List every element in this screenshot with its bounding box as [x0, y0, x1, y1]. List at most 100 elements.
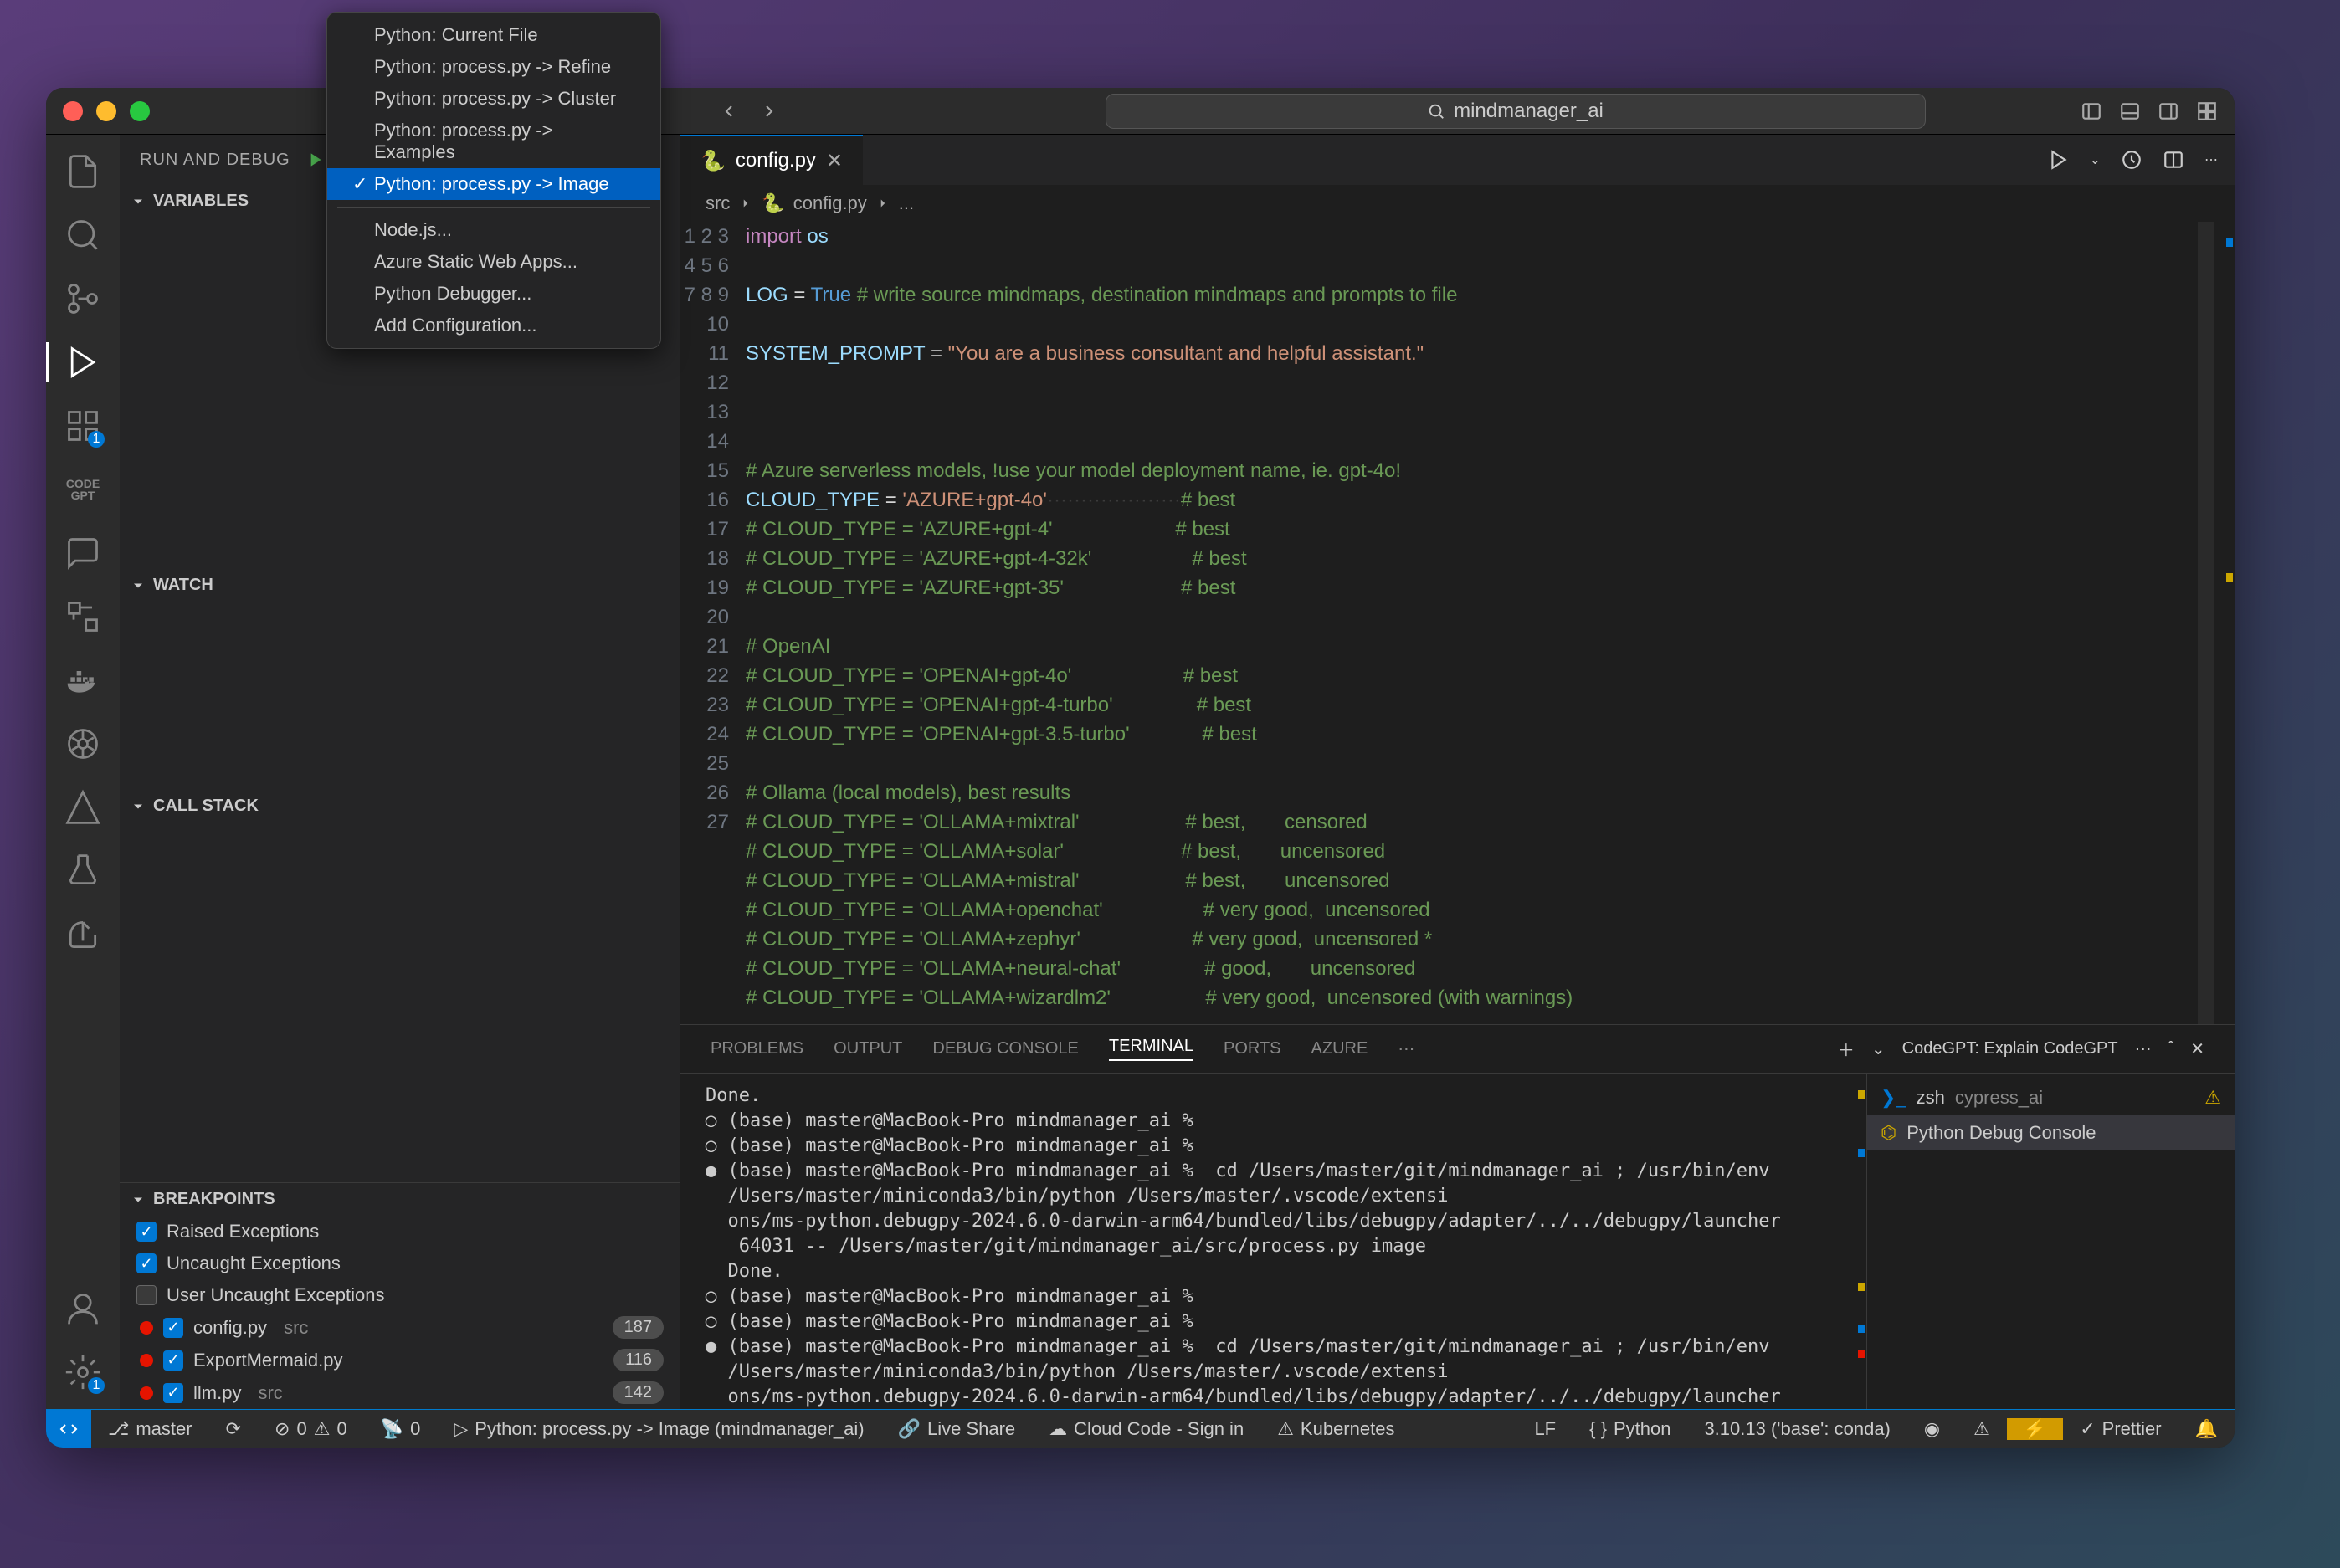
- layout-sidebar-right-icon[interactable]: [2158, 100, 2179, 122]
- explorer-icon[interactable]: [63, 151, 103, 192]
- testing-icon[interactable]: [63, 851, 103, 891]
- more-terminal-icon[interactable]: ⋯: [2135, 1038, 2152, 1059]
- kubernetes-icon[interactable]: [63, 724, 103, 764]
- dropdown-item[interactable]: Azure Static Web Apps...: [327, 246, 660, 278]
- editor-tab[interactable]: 🐍 config.py ✕: [680, 135, 863, 185]
- command-center[interactable]: mindmanager_ai: [1106, 94, 1926, 129]
- extensions-icon[interactable]: 1: [63, 406, 103, 446]
- debug-icon: ⌬: [1881, 1122, 1896, 1144]
- python-file-icon: 🐍: [762, 192, 784, 214]
- debug-config-dropdown[interactable]: ✓Python: Current File✓Python: process.py…: [326, 12, 661, 349]
- nav-back-icon[interactable]: [719, 101, 739, 121]
- breakpoint-option[interactable]: ✓Raised Exceptions: [120, 1216, 680, 1248]
- minimize-window[interactable]: [96, 101, 116, 121]
- layout-sidebar-left-icon[interactable]: [2081, 100, 2102, 122]
- layout-panel-icon[interactable]: [2119, 100, 2141, 122]
- close-tab-icon[interactable]: ✕: [826, 149, 843, 173]
- tab-ports[interactable]: PORTS: [1224, 1039, 1281, 1058]
- dropdown-item[interactable]: ✓Python: process.py -> Examples: [327, 115, 660, 168]
- breadcrumb[interactable]: src 🐍 config.py ...: [680, 185, 2235, 222]
- source-control-icon[interactable]: [63, 279, 103, 319]
- dropdown-item[interactable]: ✓Python: process.py -> Refine: [327, 51, 660, 83]
- terminal-item-zsh[interactable]: ❯_ zsh cypress_ai ⚠: [1867, 1080, 2235, 1115]
- callstack-section[interactable]: CALL STACK: [120, 790, 680, 822]
- tab-debug-console[interactable]: DEBUG CONSOLE: [932, 1039, 1078, 1058]
- dropdown-item[interactable]: Add Configuration...: [327, 310, 660, 341]
- python-version-indicator[interactable]: 3.10.13 ('base': conda): [1687, 1418, 1906, 1440]
- language-indicator[interactable]: { } Python: [1573, 1418, 1687, 1440]
- run-file-icon[interactable]: [2048, 149, 2070, 171]
- breakpoint-file[interactable]: ✓config.pysrc187: [120, 1311, 680, 1344]
- terminal-list: ❯_ zsh cypress_ai ⚠ ⌬ Python Debug Conso…: [1866, 1074, 2235, 1409]
- tab-problems[interactable]: PROBLEMS: [711, 1039, 803, 1058]
- prettier-indicator[interactable]: ✓ Prettier: [2063, 1418, 2178, 1440]
- codegpt-action[interactable]: CodeGPT: Explain CodeGPT: [1902, 1039, 2118, 1058]
- notifications-icon[interactable]: 🔔: [2178, 1418, 2235, 1440]
- window-controls: [63, 101, 150, 121]
- remote-indicator[interactable]: [46, 1410, 91, 1448]
- nav-forward-icon[interactable]: [759, 101, 779, 121]
- close-window[interactable]: [63, 101, 83, 121]
- chevron-right-icon: [875, 196, 890, 211]
- cloud-code-indicator[interactable]: ☁ Cloud Code - Sign in: [1032, 1418, 1260, 1440]
- eol-indicator[interactable]: LF: [1517, 1418, 1573, 1440]
- docker-icon[interactable]: [63, 660, 103, 700]
- zoom-window[interactable]: [130, 101, 150, 121]
- chevron-right-icon: [738, 196, 753, 211]
- debug-config-indicator[interactable]: ▷ Python: process.py -> Image (mindmanag…: [437, 1418, 880, 1440]
- search-text: mindmanager_ai: [1454, 100, 1604, 123]
- more-panels-icon[interactable]: ⋯: [1398, 1038, 1414, 1059]
- terminal-content[interactable]: Done. ◯ (base) master@MacBook-Pro mindma…: [680, 1074, 1856, 1409]
- minimap[interactable]: [2198, 222, 2214, 1024]
- tab-filename: config.py: [736, 149, 816, 172]
- split-editor-icon[interactable]: [2163, 149, 2184, 171]
- marker-strip[interactable]: [2214, 222, 2235, 1024]
- code-editor[interactable]: 1 2 3 4 5 6 7 8 9 10 11 12 13 14 15 16 1…: [680, 222, 2235, 1024]
- close-panel-icon[interactable]: ✕: [2190, 1038, 2204, 1059]
- breakpoint-option[interactable]: User Uncaught Exceptions: [120, 1279, 680, 1311]
- ports-indicator[interactable]: 📡 0: [364, 1418, 438, 1440]
- watch-section[interactable]: WATCH: [120, 569, 680, 602]
- breakpoints-section[interactable]: BREAKPOINTS: [120, 1183, 680, 1216]
- more-icon[interactable]: ⋯: [2204, 151, 2218, 168]
- tab-output[interactable]: OUTPUT: [834, 1039, 902, 1058]
- breakpoint-file[interactable]: ✓llm.pysrc142: [120, 1376, 680, 1409]
- python-file-icon: 🐍: [700, 149, 726, 173]
- liveshare-indicator[interactable]: 🔗 Live Share: [881, 1418, 1033, 1440]
- azure-icon[interactable]: [63, 787, 103, 828]
- dropdown-item[interactable]: Python Debugger...: [327, 278, 660, 310]
- breakpoint-option[interactable]: ✓Uncaught Exceptions: [120, 1248, 680, 1279]
- new-terminal-icon[interactable]: ＋: [1838, 1037, 1855, 1061]
- dropdown-item[interactable]: ✓Python: Current File: [327, 19, 660, 51]
- kubernetes-indicator[interactable]: ⚠ Kubernetes: [1260, 1418, 1411, 1440]
- sync-indicator[interactable]: ⟳: [209, 1418, 258, 1440]
- settings-icon[interactable]: 1: [63, 1352, 103, 1392]
- breakpoint-file[interactable]: ✓ExportMermaid.py116: [120, 1344, 680, 1376]
- codegpt-icon[interactable]: CODEGPT: [63, 469, 103, 510]
- start-debug-icon[interactable]: [304, 149, 326, 171]
- remote-explorer-icon[interactable]: [63, 597, 103, 637]
- dropdown-item[interactable]: ✓Python: process.py -> Cluster: [327, 83, 660, 115]
- tab-terminal[interactable]: TERMINAL: [1109, 1037, 1193, 1061]
- chat-icon[interactable]: [63, 533, 103, 573]
- search-sidebar-icon[interactable]: [63, 215, 103, 255]
- code-content[interactable]: import os LOG = True # write source mind…: [746, 222, 2198, 1024]
- layout-customize-icon[interactable]: [2196, 100, 2218, 122]
- chevron-down-icon[interactable]: ⌄: [1871, 1038, 1886, 1059]
- terminal-item-python-debug[interactable]: ⌬ Python Debug Console: [1867, 1115, 2235, 1150]
- problems-indicator[interactable]: ⊘ 0 ⚠ 0: [258, 1418, 364, 1440]
- dropdown-item[interactable]: ✓Python: process.py -> Image: [327, 168, 660, 200]
- copilot-icon[interactable]: ◉: [1907, 1418, 1957, 1440]
- dropdown-item[interactable]: Node.js...: [327, 214, 660, 246]
- warning-status-icon[interactable]: ⚠: [1957, 1418, 2007, 1440]
- account-icon[interactable]: [63, 1289, 103, 1329]
- tab-azure[interactable]: AZURE: [1311, 1039, 1368, 1058]
- maximize-panel-icon[interactable]: ˆ: [2168, 1039, 2174, 1058]
- chevron-down-icon[interactable]: ⌄: [2090, 151, 2101, 168]
- warning-highlighted-icon[interactable]: ⚡: [2007, 1418, 2063, 1440]
- history-icon[interactable]: [2121, 149, 2142, 171]
- editor-group: 🐍 config.py ✕ ⌄ ⋯ src 🐍 config.py: [680, 135, 2235, 1409]
- branch-indicator[interactable]: ⎇ master: [91, 1418, 209, 1440]
- share-icon[interactable]: [63, 915, 103, 955]
- run-debug-icon[interactable]: [63, 342, 103, 382]
